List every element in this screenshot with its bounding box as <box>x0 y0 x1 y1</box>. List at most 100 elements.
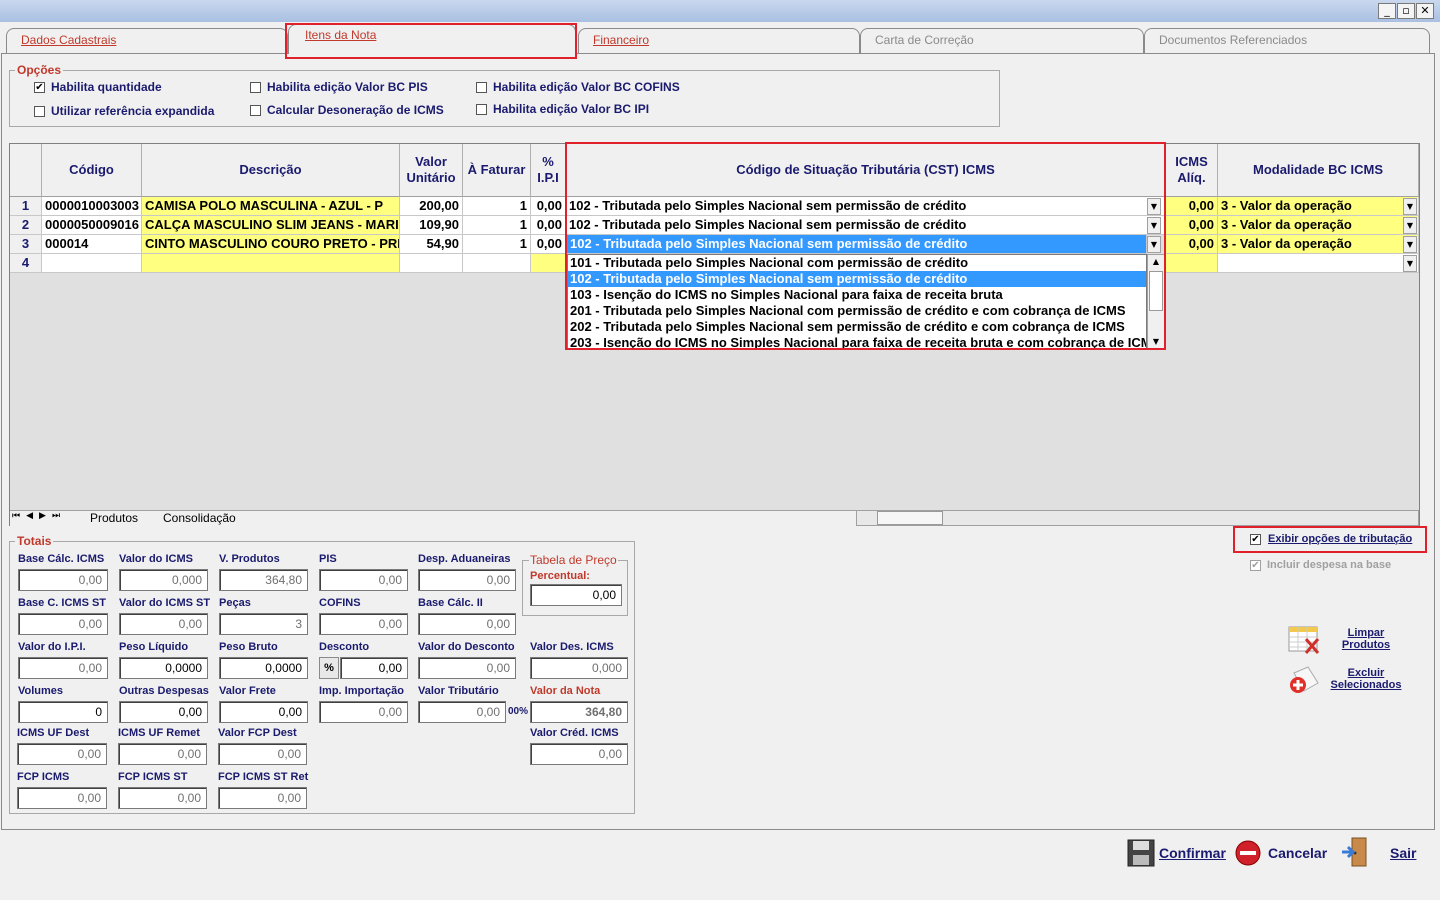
field-icms-uf-remet[interactable]: 0,00 <box>118 743 207 765</box>
cell-modalidade[interactable]: 3 - Valor da operação <box>1218 197 1419 216</box>
tab-dados-cadastrais[interactable]: Dados Cadastrais <box>6 28 288 54</box>
cell-ipi[interactable]: 0,00 <box>531 216 566 235</box>
field-imp-importacao[interactable]: 0,00 <box>319 701 408 723</box>
header-descricao[interactable]: Descrição <box>142 144 400 197</box>
cell-icms-aliq[interactable]: 0,00 <box>1166 235 1218 254</box>
close-button[interactable]: ✕ <box>1416 3 1434 19</box>
field-base-calc-icms[interactable]: 0,00 <box>18 569 108 591</box>
cell-modalidade[interactable] <box>1218 254 1419 273</box>
field-fcp-icms-st-ret[interactable]: 0,00 <box>218 787 307 809</box>
cell-ipi[interactable]: 0,00 <box>531 197 566 216</box>
cell-a-faturar[interactable] <box>463 254 531 273</box>
cell-codigo[interactable]: 0000010003003 <box>42 197 142 216</box>
cell-a-faturar[interactable]: 1 <box>463 216 531 235</box>
restore-button[interactable]: ▫ <box>1397 3 1415 19</box>
field-fcp-icms-st[interactable]: 0,00 <box>118 787 207 809</box>
cancel-icon[interactable] <box>1235 840 1261 866</box>
cell-modalidade[interactable]: 3 - Valor da operação <box>1218 235 1419 254</box>
checkbox-bc-pis[interactable] <box>250 82 261 93</box>
field-volumes[interactable]: 0 <box>18 701 108 723</box>
checkbox-bc-cofins[interactable] <box>476 82 487 93</box>
checkbox-incluir-despesa[interactable]: ✔ <box>1250 560 1261 571</box>
sair-button[interactable]: Sair <box>1390 845 1416 861</box>
cell-valor-unitario[interactable] <box>400 254 463 273</box>
header-icms-aliq[interactable]: ICMS Alíq. <box>1166 144 1218 197</box>
field-valor-da-nota[interactable]: 364,80 <box>530 701 628 723</box>
field-valor-icms[interactable]: 0,000 <box>119 569 208 591</box>
minimize-button[interactable]: _ <box>1378 3 1396 19</box>
chevron-down-icon[interactable]: ▼ <box>1403 217 1417 234</box>
cell-codigo[interactable]: 000014 <box>42 235 142 254</box>
checkbox-bc-ipi[interactable] <box>476 104 487 115</box>
field-cofins[interactable]: 0,00 <box>319 613 408 635</box>
field-valor-cred-icms[interactable]: 0,00 <box>530 743 628 765</box>
checkbox-desoneracao-icms[interactable] <box>250 105 261 116</box>
header-ipi[interactable]: % I.P.I <box>531 144 566 197</box>
checkbox-habilita-quantidade[interactable]: ✔ <box>34 82 45 93</box>
horizontal-scrollbar[interactable] <box>856 510 1419 526</box>
cell-descricao[interactable]: CINTO MASCULINO COURO PRETO - PRETO <box>142 235 400 254</box>
field-icms-uf-dest[interactable]: 0,00 <box>17 743 107 765</box>
cancelar-button[interactable]: Cancelar <box>1268 845 1327 861</box>
field-percentual[interactable]: 0,00 <box>530 584 622 606</box>
desconto-percent-button[interactable]: % <box>319 657 339 679</box>
delete-items-icon[interactable] <box>1288 665 1322 695</box>
floppy-disk-icon[interactable] <box>1126 837 1158 869</box>
header-valor-unitario[interactable]: Valor Unitário <box>400 144 463 197</box>
checkbox-referencia-expandida[interactable] <box>34 106 45 117</box>
cell-valor-unitario[interactable]: 109,90 <box>400 216 463 235</box>
label-exibir-opcoes[interactable]: Exibir opções de tributação <box>1268 533 1412 545</box>
cell-codigo[interactable]: 0000050009016 <box>42 216 142 235</box>
sheet-tab-consolidacao[interactable]: Consolidação <box>163 511 236 525</box>
field-peso-bruto[interactable]: 0,0000 <box>219 657 308 679</box>
cell-ipi[interactable] <box>531 254 566 273</box>
checkbox-exibir-opcoes[interactable]: ✔ <box>1250 534 1261 545</box>
cell-icms-aliq[interactable] <box>1166 254 1218 273</box>
field-valor-fcp-dest[interactable]: 0,00 <box>218 743 307 765</box>
field-valor-ipi[interactable]: 0,00 <box>18 657 108 679</box>
cell-codigo[interactable] <box>42 254 142 273</box>
tab-documentos-referenciados[interactable]: Documentos Referenciados <box>1144 28 1430 54</box>
field-fcp-icms[interactable]: 0,00 <box>17 787 107 809</box>
header-codigo[interactable]: Código <box>42 144 142 197</box>
cell-valor-unitario[interactable]: 200,00 <box>400 197 463 216</box>
sheet-nav-icons[interactable]: ⏮◀▶⏭ <box>12 511 66 521</box>
chevron-down-icon[interactable]: ▼ <box>1403 198 1417 215</box>
header-a-faturar[interactable]: À Faturar <box>463 144 531 197</box>
field-valor-icms-st[interactable]: 0,00 <box>119 613 208 635</box>
h-scroll-thumb[interactable] <box>877 511 943 525</box>
limpar-produtos-button[interactable]: Limpar Produtos <box>1340 627 1392 651</box>
tab-financeiro[interactable]: Financeiro <box>578 28 860 54</box>
field-peso-liquido[interactable]: 0,0000 <box>119 657 208 679</box>
cell-a-faturar[interactable]: 1 <box>463 197 531 216</box>
field-pecas[interactable]: 3 <box>219 613 308 635</box>
cell-modalidade[interactable]: 3 - Valor da operação <box>1218 216 1419 235</box>
field-valor-des-icms[interactable]: 0,000 <box>530 657 628 679</box>
cell-ipi[interactable]: 0,00 <box>531 235 566 254</box>
cell-descricao[interactable]: CALÇA MASCULINO SLIM JEANS - MARINHO <box>142 216 400 235</box>
field-base-c-icms-st[interactable]: 0,00 <box>18 613 108 635</box>
exit-door-icon[interactable] <box>1340 836 1370 868</box>
field-outras-despesas[interactable]: 0,00 <box>119 701 208 723</box>
tab-carta-correcao[interactable]: Carta de Correção <box>860 28 1144 54</box>
field-v-produtos[interactable]: 364,80 <box>219 569 308 591</box>
chevron-down-icon[interactable]: ▼ <box>1403 255 1417 272</box>
cell-descricao[interactable] <box>142 254 400 273</box>
field-base-calc-ii[interactable]: 0,00 <box>418 613 516 635</box>
chevron-down-icon[interactable]: ▼ <box>1403 236 1417 253</box>
field-valor-frete[interactable]: 0,00 <box>219 701 308 723</box>
field-desp-aduaneiras[interactable]: 0,00 <box>418 569 516 591</box>
field-valor-tributario[interactable]: 0,00 <box>418 701 506 723</box>
cell-icms-aliq[interactable]: 0,00 <box>1166 197 1218 216</box>
spreadsheet-clear-icon[interactable] <box>1288 625 1322 655</box>
cell-valor-unitario[interactable]: 54,90 <box>400 235 463 254</box>
excluir-selecionados-button[interactable]: Excluir Selecionados <box>1328 667 1404 691</box>
header-modalidade-bc[interactable]: Modalidade BC ICMS <box>1218 144 1419 197</box>
sheet-tab-produtos[interactable]: Produtos <box>90 511 138 525</box>
field-pis[interactable]: 0,00 <box>319 569 408 591</box>
confirmar-button[interactable]: Confirmar <box>1159 845 1226 861</box>
cell-a-faturar[interactable]: 1 <box>463 235 531 254</box>
cell-descricao[interactable]: CAMISA POLO MASCULINA - AZUL - P <box>142 197 400 216</box>
cell-icms-aliq[interactable]: 0,00 <box>1166 216 1218 235</box>
field-valor-desconto[interactable]: 0,00 <box>418 657 516 679</box>
